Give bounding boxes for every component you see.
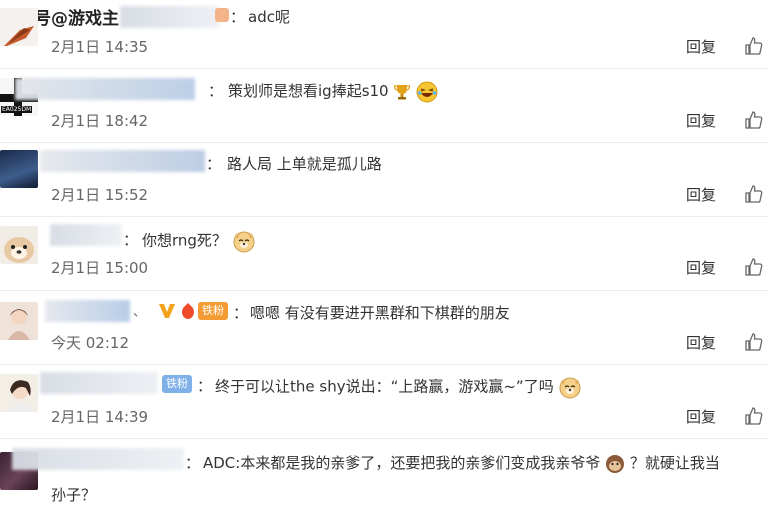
thumbs-up-icon[interactable]: [744, 332, 764, 352]
reply-button[interactable]: 回复: [686, 332, 716, 353]
comment-text: adc呢: [248, 8, 290, 26]
comment-row: ： adc呢 2月1日 14:35 回复: [0, 0, 768, 69]
comment-text: 嗯嗯 有没有要进开黑群和下棋群的朋友: [250, 304, 510, 322]
trophy-emoji: [394, 84, 411, 99]
avatar[interactable]: [0, 226, 38, 264]
avatar-text: EA025DM: [1, 106, 33, 113]
colon: ：: [230, 8, 246, 26]
colon: ：: [185, 454, 201, 472]
comment-text: 你想rng死？: [142, 229, 256, 253]
reply-button[interactable]: 回复: [686, 110, 716, 131]
reply-button[interactable]: 回复: [686, 257, 716, 278]
username-blurred[interactable]: [120, 6, 220, 28]
timestamp: 2月1日 15:52: [51, 186, 149, 204]
thumbs-up-icon[interactable]: [744, 406, 764, 426]
avatar[interactable]: [0, 302, 38, 340]
comment-text: 终于可以让the shy说出：“上路赢，游戏赢~”了吗: [215, 375, 582, 399]
username-blurred[interactable]: [12, 448, 184, 470]
username-blurred[interactable]: [50, 224, 122, 246]
thumbs-up-icon[interactable]: [744, 257, 764, 277]
colon: ：: [197, 377, 213, 395]
dog-emoji: [559, 377, 581, 399]
username-blurred[interactable]: [45, 300, 130, 322]
thumbs-up-icon[interactable]: [744, 36, 764, 56]
comment-row: ： 你想rng死？ 2月1日 15:00 回复: [0, 216, 768, 291]
comment-row: EA025DM ： 策划师是想看ig捧起s10 2月1日 18:42 回复: [0, 68, 768, 143]
colon: ：: [123, 231, 139, 249]
timestamp: 今天 02:12: [51, 334, 129, 352]
username-blurred[interactable]: [40, 150, 205, 172]
laughing-emoji: [416, 81, 438, 102]
monkey-emoji: [606, 454, 625, 473]
timestamp: 2月1日 18:42: [51, 112, 149, 130]
fan-icon: [182, 303, 194, 319]
avatar[interactable]: [0, 150, 38, 188]
dog-emoji: [233, 231, 255, 253]
thumbs-up-icon[interactable]: [744, 184, 764, 204]
username-blurred[interactable]: [15, 78, 195, 100]
timestamp: 2月1日 14:39: [51, 408, 149, 426]
comment-row: ： ADC:本来都是我的亲爹了，还要把我的亲爹们变成我亲爷爷 ？就硬让我当 孙子…: [0, 438, 768, 510]
colon: ：: [208, 82, 224, 100]
colon: ：: [233, 304, 249, 322]
comment-row: 铁粉 ： 终于可以让the shy说出：“上路赢，游戏赢~”了吗 2月1日 14…: [0, 364, 768, 439]
comment-text: ADC:本来都是我的亲爹了，还要把我的亲爹们变成我亲爷爷 ？就硬让我当: [203, 454, 720, 473]
emoji-small: [215, 8, 229, 22]
separator-mark: 、: [133, 305, 147, 320]
timestamp: 2月1日 15:00: [51, 259, 149, 277]
avatar[interactable]: [0, 374, 38, 412]
reply-button[interactable]: 回复: [686, 406, 716, 427]
colon: ：: [206, 155, 222, 173]
comment-text: 策划师是想看ig捧起s10: [228, 80, 438, 103]
fan-badge: 铁粉: [198, 302, 228, 320]
thumbs-up-icon[interactable]: [744, 110, 764, 130]
fan-badge: 铁粉: [162, 375, 192, 393]
comment-row: ： 路人局 上单就是孤儿路 2月1日 15:52 回复: [0, 142, 768, 217]
reply-button[interactable]: 回复: [686, 184, 716, 205]
comment-text-line2: 孙子？: [51, 486, 97, 504]
reply-button[interactable]: 回复: [686, 36, 716, 57]
comment-row: 、 铁粉 ： 嗯嗯 有没有要进开黑群和下棋群的朋友 今天 02:12 回复: [0, 290, 768, 365]
username-blurred[interactable]: [40, 372, 158, 394]
avatar[interactable]: [0, 8, 38, 46]
comment-text: 路人局 上单就是孤儿路: [227, 155, 382, 173]
verified-v-icon: [159, 304, 175, 318]
timestamp: 2月1日 14:35: [51, 38, 149, 56]
